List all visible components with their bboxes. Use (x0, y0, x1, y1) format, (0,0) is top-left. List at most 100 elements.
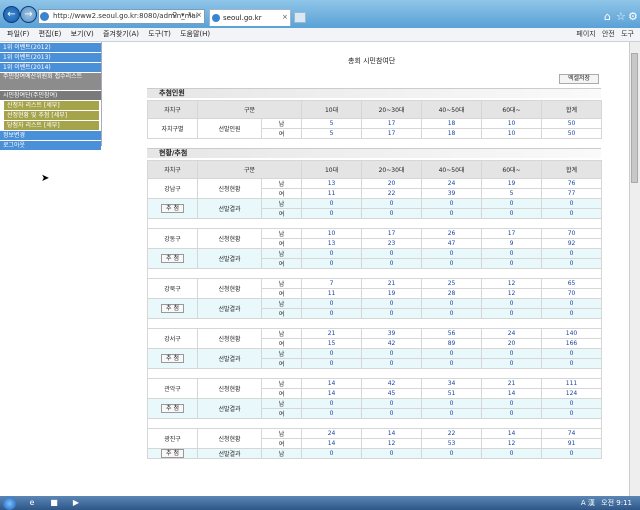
browser-tab[interactable]: seoul.go.kr (209, 9, 291, 26)
value-cell: 11 (301, 288, 363, 299)
apply-status-label: 신청현황 (197, 228, 262, 249)
search-icon[interactable]: ⚲ (172, 11, 177, 19)
value-cell: 0 (361, 358, 423, 369)
favorites-star-icon[interactable]: ☆ (616, 10, 626, 23)
gender-cell: 여 (260, 388, 303, 399)
district-name: 강남구 (147, 178, 198, 199)
menu-favorites[interactable]: 즐겨찾기(A) (103, 28, 139, 41)
sidebar-item-event-2014[interactable]: 1위 이벤트(2014) (0, 63, 101, 72)
menu-help[interactable]: 도움말(H) (180, 28, 210, 41)
value-cell: 15 (301, 338, 363, 349)
sidebar-item-applicant-list[interactable]: 신청자 리스트 [세부] (4, 101, 99, 110)
value-cell: 39 (421, 188, 483, 199)
column-header: 20~30대 (361, 160, 423, 179)
menu-view[interactable]: 보기(V) (71, 28, 94, 41)
value-cell: 0 (361, 308, 423, 319)
value-cell: 0 (301, 208, 363, 219)
value-cell: 45 (361, 388, 423, 399)
address-bar[interactable]: http://www2.seoul.go.kr:8080/admin_mai (38, 9, 205, 24)
selection-result-label: 선발결과 (197, 198, 262, 219)
command-tools[interactable]: 도구 (621, 30, 634, 38)
draw-button[interactable]: 추 첨 (161, 254, 184, 263)
gender-cell: 남 (260, 198, 303, 209)
menu-edit[interactable]: 편집(E) (39, 28, 62, 41)
scrollbar-thumb[interactable] (631, 53, 638, 183)
draw-button[interactable]: 추 첨 (161, 204, 184, 213)
excel-save-button[interactable]: 엑셀저장 (559, 74, 599, 84)
sidebar-item-event-2012[interactable]: 1위 이벤트(2012) (0, 43, 101, 52)
value-cell: 77 (541, 188, 603, 199)
sidebar-item-selection-draw[interactable]: 선정현황 및 추첨 [세부] (4, 111, 99, 120)
refresh-icon[interactable]: ↻ (188, 11, 194, 19)
apply-status-label: 신청현황 (197, 278, 262, 299)
spacer-row (146, 318, 603, 329)
section-status-title: 현황/추첨 (147, 148, 601, 158)
value-cell: 10 (481, 118, 543, 129)
explorer-taskbar-icon[interactable]: ■ (46, 497, 62, 509)
value-cell: 14 (361, 428, 423, 439)
sidebar-item-citizen-group[interactable]: 시민참여단(주민참여) (0, 91, 101, 100)
table-row: 추 첨 선발결과 남 0 0 0 0 0 (147, 348, 603, 369)
column-header: 40~50대 (421, 100, 483, 119)
value-cell: 26 (421, 228, 483, 239)
sidebar-item-logout[interactable]: 로그아웃 (0, 141, 101, 150)
spacer-row (146, 418, 603, 429)
back-icon[interactable]: ← (3, 6, 20, 23)
value-cell: 0 (541, 408, 603, 419)
draw-button[interactable]: 추 첨 (161, 404, 184, 413)
sidebar-item-winner-list[interactable]: 당첨자 리스트 [세부] (4, 121, 99, 130)
start-button[interactable] (3, 497, 16, 510)
command-page[interactable]: 페이지 (576, 30, 595, 38)
value-cell: 25 (421, 278, 483, 289)
value-cell: 24 (421, 178, 483, 189)
gender-cell: 여 (260, 208, 303, 219)
media-taskbar-icon[interactable]: ▶ (68, 497, 84, 509)
menu-file[interactable]: 파일(F) (7, 28, 29, 41)
value-cell: 0 (541, 258, 603, 269)
selection-result-label: 선발결과 (197, 298, 262, 319)
draw-button[interactable]: 추 첨 (161, 354, 184, 363)
value-cell: 0 (481, 408, 543, 419)
column-header: 60대~ (481, 100, 543, 119)
value-cell: 65 (541, 278, 603, 289)
clock[interactable]: 오전 9:11 (601, 499, 632, 507)
value-cell: 76 (541, 178, 603, 189)
draw-button[interactable]: 추 첨 (161, 449, 184, 458)
value-cell: 0 (421, 398, 483, 409)
draw-cell: 추 첨 (147, 448, 198, 459)
gear-icon[interactable]: ⚙ (628, 10, 638, 23)
table-header-row: 자치구 구분 10대 20~30대 40~50대 60대~ 합계 (147, 100, 603, 119)
tab-close-icon[interactable]: × (282, 13, 288, 21)
value-cell: 89 (421, 338, 483, 349)
stop-icon[interactable]: × (196, 11, 202, 19)
sidebar-item-info-change[interactable]: 정보변경 (0, 131, 101, 140)
ie-taskbar-icon[interactable]: e (24, 497, 40, 509)
value-cell: 23 (361, 238, 423, 249)
value-cell: 0 (481, 308, 543, 319)
column-header: 10대 (301, 100, 363, 119)
ime-indicator[interactable]: A 漢 (581, 499, 595, 507)
value-cell: 0 (541, 358, 603, 369)
command-safety[interactable]: 안전 (602, 30, 615, 38)
value-cell: 0 (421, 358, 483, 369)
sidebar-item-event-2013[interactable]: 1위 이벤트(2013) (0, 53, 101, 62)
draw-button[interactable]: 추 첨 (161, 304, 184, 313)
value-cell: 70 (541, 228, 603, 239)
value-cell: 92 (541, 238, 603, 249)
value-cell: 19 (361, 288, 423, 299)
dropdown-icon[interactable]: ▾ (181, 11, 185, 19)
gender-cell: 여 (260, 238, 303, 249)
new-tab-button[interactable] (294, 12, 306, 23)
table-row: 강남구 신청현황 남 13 20 24 19 76 (147, 178, 603, 199)
home-icon[interactable]: ⌂ (604, 10, 611, 23)
value-cell: 9 (481, 238, 543, 249)
column-header: 60대~ (481, 160, 543, 179)
column-header: 합계 (541, 160, 603, 179)
menu-tools[interactable]: 도구(T) (148, 28, 171, 41)
table-row: 강북구 신청현황 남 7 21 25 12 65 (147, 278, 603, 299)
value-cell: 0 (361, 208, 423, 219)
value-cell: 24 (301, 428, 363, 439)
forward-icon[interactable]: → (20, 6, 37, 23)
sidebar-item-committee-list[interactable]: 주민참여예산위원회 접수리스트 (0, 73, 101, 90)
value-cell: 0 (361, 348, 423, 359)
